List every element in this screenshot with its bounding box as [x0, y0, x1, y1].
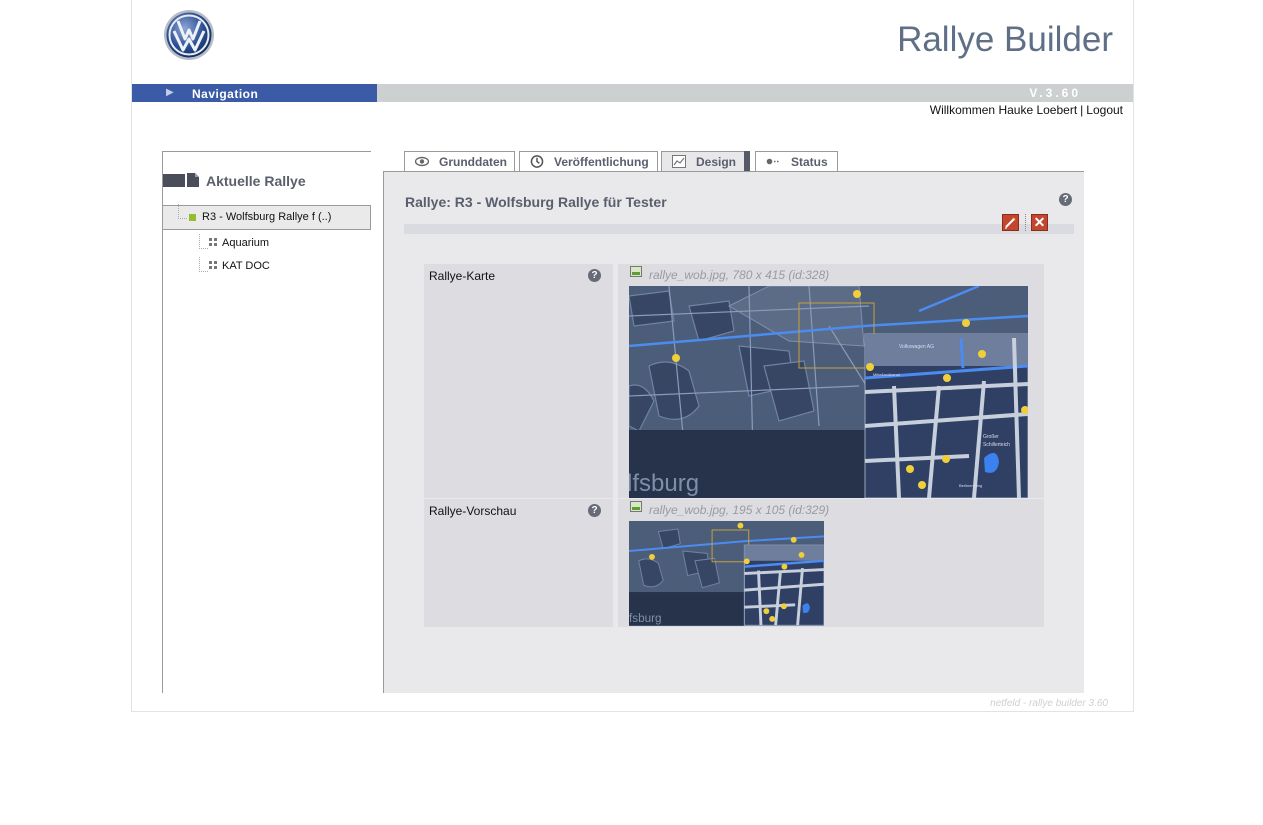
panel-title: Rallye: R3 - Wolfsburg Rallye für Tester: [405, 194, 667, 210]
clock-icon: [530, 155, 544, 168]
tree-connector: [199, 257, 208, 272]
tab-veroeffentlichung[interactable]: Veröffentlichung: [519, 151, 658, 171]
document-icon: [187, 173, 199, 187]
file-caption: rallye_wob.jpg, 195 x 105 (id:329): [649, 503, 830, 517]
vw-logo[interactable]: [163, 9, 215, 61]
tree-connector: [178, 204, 187, 219]
welcome-bar: Willkommen Hauke Loebert | Logout: [930, 103, 1123, 117]
rallye-karte-row: Rallye-Karte ? rallye_wob.jpg, 780 x 415…: [424, 264, 1044, 498]
map-label: Schillerteich: [983, 442, 1010, 448]
tab-label: Status: [791, 155, 828, 169]
row-value-cell: rallye_wob.jpg, 195 x 105 (id:329) fsbur…: [618, 499, 1044, 627]
file-caption: rallye_wob.jpg, 780 x 415 (id:328): [649, 268, 830, 282]
separator: |: [1080, 103, 1084, 117]
play-arrow-icon: ▶: [166, 87, 174, 98]
tab-label: Grunddaten: [439, 155, 507, 169]
map-city-text: lfsburg: [629, 470, 699, 497]
eye-icon: [415, 156, 429, 167]
heading-bar: [163, 174, 185, 187]
map-label: Berliner Ring: [959, 483, 982, 488]
rallye-map-image[interactable]: lfsburg Volkswagen AG Mittellandkanal He…: [629, 286, 1028, 498]
tab-design[interactable]: Design: [661, 151, 745, 172]
row-label: Rallye-Karte: [429, 269, 496, 283]
close-button[interactable]: ✕: [1031, 214, 1048, 231]
logout-link[interactable]: Logout: [1086, 103, 1123, 117]
page-container: Rallye Builder ▶ Navigation V.3.60 Willk…: [131, 0, 1134, 712]
design-panel: Rallye: R3 - Wolfsburg Rallye für Tester…: [383, 171, 1084, 693]
welcome-text: Willkommen Hauke Loebert: [929, 103, 1078, 117]
tab-label: Veröffentlichung: [554, 155, 649, 169]
help-icon[interactable]: ?: [588, 269, 601, 282]
map-label: Mittellandkanal: [873, 372, 900, 377]
sidebar-heading-label: Aktuelle Rallye: [206, 173, 306, 189]
row-value-cell: rallye_wob.jpg, 780 x 415 (id:328) lfsbu…: [618, 264, 1044, 498]
panel-toolbar-bar: [404, 224, 1074, 234]
button-separator: [1025, 214, 1027, 231]
tree-item-aquarium[interactable]: Aquarium: [199, 234, 319, 252]
footer-credit: netfeld - rallye builder 3.60: [990, 698, 1108, 709]
status-dots-icon: [766, 158, 779, 165]
map-label: Großer: [983, 434, 999, 440]
grid-node-icon: [209, 238, 217, 246]
grid-node-icon: [209, 261, 217, 269]
map-inset: Volkswagen AG Mittellandkanal Heinrich-N…: [864, 333, 1028, 498]
active-tab-accent: [744, 151, 750, 171]
tab-grunddaten[interactable]: Grunddaten: [404, 151, 515, 171]
app-title: Rallye Builder: [897, 20, 1113, 59]
map-label: Volkswagen AG: [899, 344, 934, 350]
edit-button[interactable]: [1002, 214, 1019, 231]
tab-status[interactable]: Status: [755, 151, 838, 171]
row-label-cell: Rallye-Vorschau ?: [424, 499, 613, 627]
tree-item-kat-doc[interactable]: KAT DOC: [199, 257, 319, 275]
tree-connector: [199, 234, 208, 249]
tab-label: Design: [696, 155, 737, 169]
rallye-preview-image[interactable]: fsburg: [629, 521, 824, 626]
help-icon[interactable]: ?: [1059, 193, 1072, 206]
navigation-bar: ▶ Navigation V.3.60: [132, 84, 1133, 102]
sidebar: Aktuelle Rallye R3 - Wolfsburg Rallye f …: [162, 151, 371, 693]
navigation-label: Navigation: [192, 87, 259, 101]
map-city-text: fsburg: [629, 612, 662, 625]
rallye-vorschau-row: Rallye-Vorschau ? rallye_wob.jpg, 195 x …: [424, 499, 1044, 627]
image-file-icon: [630, 501, 642, 512]
navigation-toggle[interactable]: ▶ Navigation: [132, 84, 377, 102]
tree-item-label: Aquarium: [222, 237, 270, 249]
image-file-icon: [630, 266, 642, 277]
sidebar-heading: Aktuelle Rallye: [163, 172, 371, 192]
tree-item-rallye[interactable]: R3 - Wolfsburg Rallye f (..): [163, 204, 371, 230]
row-label-cell: Rallye-Karte ?: [424, 264, 613, 498]
pencil-icon: [1005, 217, 1016, 229]
row-label: Rallye-Vorschau: [429, 504, 517, 518]
help-icon[interactable]: ?: [588, 504, 601, 517]
chart-icon: [672, 155, 686, 168]
tree-item-label: R3 - Wolfsburg Rallye f (..): [202, 211, 332, 223]
rallye-node-icon: [189, 214, 196, 221]
tree-item-label: KAT DOC: [222, 260, 270, 272]
version-label: V.3.60: [1029, 86, 1081, 100]
